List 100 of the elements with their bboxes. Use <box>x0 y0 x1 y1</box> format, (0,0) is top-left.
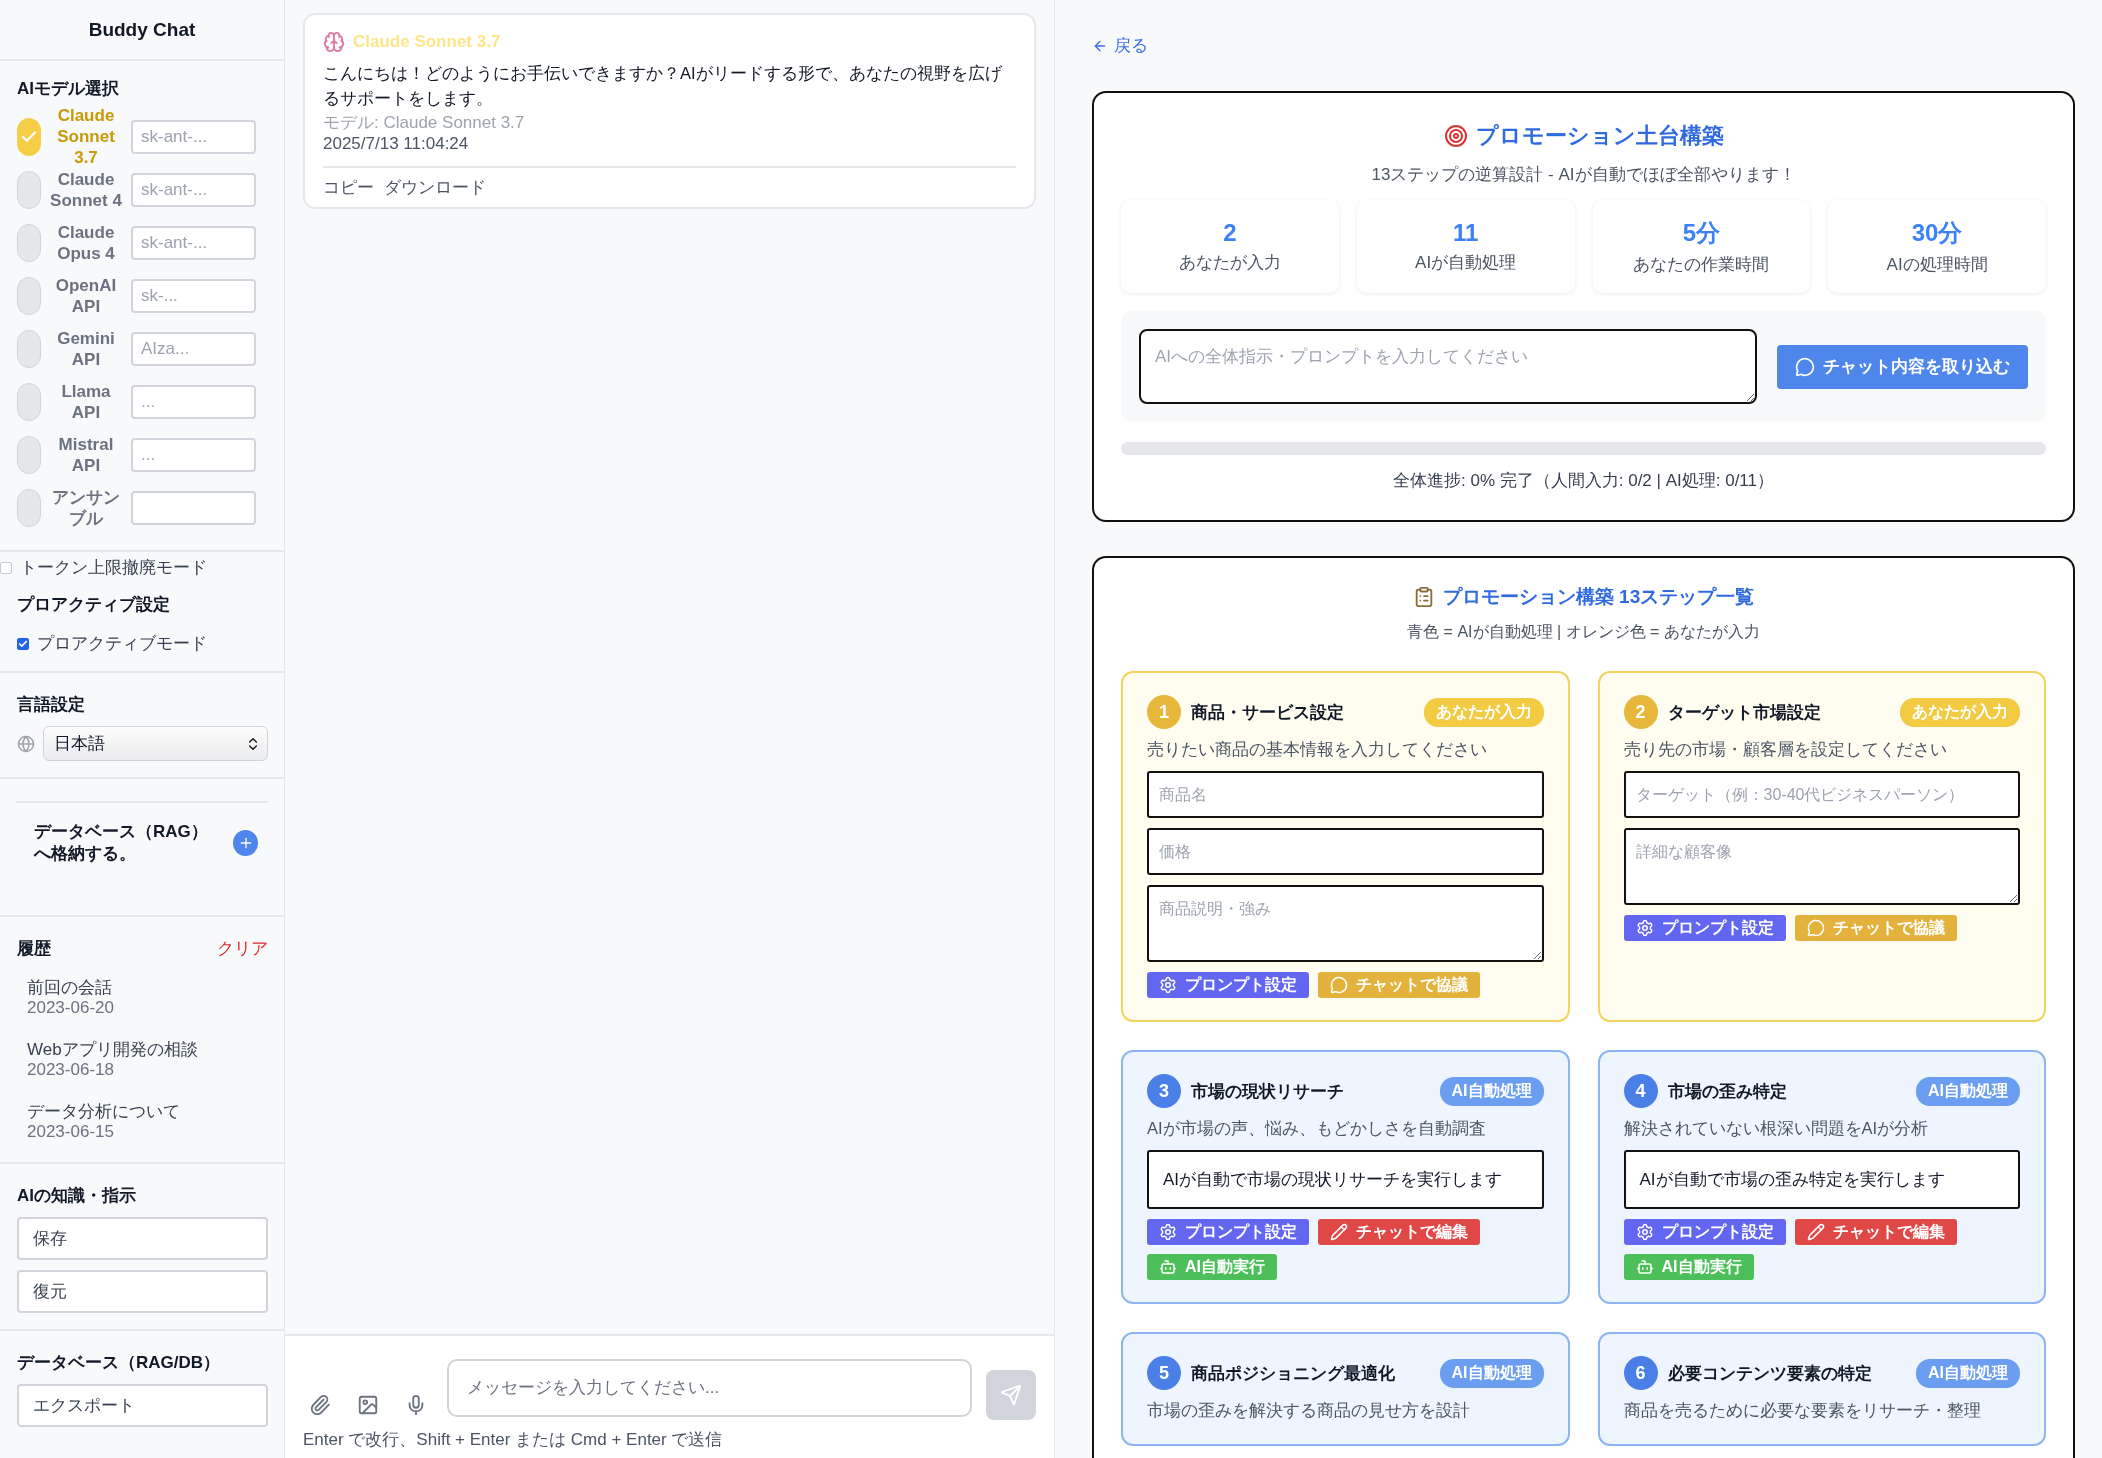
input-hint: Enter で改行、Shift + Enter または Cmd + Enter で送信 <box>303 1429 724 1451</box>
step-description: 売りたい商品の基本情報を入力してください <box>1147 739 1488 760</box>
model-name: Llama API <box>60 380 112 423</box>
stat-value: 5分 <box>1682 218 1721 248</box>
input-field[interactable]: 価格 <box>1147 828 1544 875</box>
import-chat-button[interactable]: チャット内容を取り込む <box>1777 344 2028 389</box>
step-button[interactable]: AI自動実行 <box>1623 1254 1754 1280</box>
message-action[interactable]: コピー <box>323 176 374 199</box>
api-key-field[interactable] <box>131 490 256 525</box>
output-box: AIが自動で市場の歪み特定を実行します <box>1623 1150 2020 1209</box>
step-number: 3 <box>1147 1074 1181 1108</box>
stat-label: AIの処理時間 <box>1886 254 1988 276</box>
sidebar-button[interactable]: エクスポート <box>17 1384 268 1427</box>
step-description: 市場の歪みを解決する商品の見せ方を設計 <box>1147 1400 1471 1421</box>
pencil-icon <box>1330 1223 1348 1241</box>
clear-button[interactable]: クリア <box>217 937 268 960</box>
model-toggle[interactable] <box>17 117 41 156</box>
model-toggle[interactable] <box>17 223 41 262</box>
model-toggle[interactable] <box>17 488 41 527</box>
prompt-field[interactable]: AIへの全体指示・プロンプトを入力してください <box>1139 329 1757 404</box>
model-name: Mistral API <box>57 433 115 476</box>
model-toggle[interactable] <box>17 170 41 209</box>
step-title: ターゲット市場設定 <box>1667 701 1822 724</box>
model-name: Claude Sonnet 3.7 <box>56 105 116 168</box>
checkbox[interactable] <box>0 561 12 574</box>
checkbox[interactable] <box>17 637 29 650</box>
stat-value: 2 <box>1223 219 1237 247</box>
legend-text: 青色 = AIが自動処理 | オレンジ色 = あなたが入力 <box>1406 622 1761 642</box>
step-badge: AI自動処理 <box>1439 1076 1544 1106</box>
language-select[interactable]: 日本語 <box>43 726 268 761</box>
robot-icon <box>1635 1258 1654 1276</box>
gear-icon <box>1159 976 1177 994</box>
step-button[interactable]: プロンプト設定 <box>1623 1219 1786 1245</box>
step-badge: AI自動処理 <box>1916 1076 2020 1106</box>
history-title[interactable]: Webアプリ開発の相談 <box>27 1040 258 1060</box>
send-button[interactable] <box>986 1370 1036 1420</box>
stat-value: 30分 <box>1911 218 1963 248</box>
stat-label: あなたが入力 <box>1178 252 1281 274</box>
add-button[interactable] <box>233 830 258 856</box>
step-badge: AI自動処理 <box>1916 1358 2020 1388</box>
model-toggle[interactable] <box>17 276 41 315</box>
step-description: 売り先の市場・顧客層を設定してください <box>1623 739 1948 760</box>
gear-icon <box>1159 1223 1177 1241</box>
text-area[interactable]: 詳細な顧客像 <box>1623 828 2020 905</box>
message-model: Claude Sonnet 3.7 <box>353 32 501 52</box>
step-description: 商品を売るために必要な要素をリサーチ・整理 <box>1623 1400 1982 1421</box>
api-key-field[interactable]: sk-ant-... <box>131 172 256 207</box>
step-button[interactable]: プロンプト設定 <box>1623 915 1786 941</box>
model-toggle[interactable] <box>17 329 41 368</box>
api-key-field[interactable]: ... <box>131 437 256 472</box>
input-field[interactable]: 商品名 <box>1147 771 1544 818</box>
section-heading: AIの知識・指示 <box>17 1185 137 1207</box>
step-number: 1 <box>1147 695 1181 729</box>
step-button[interactable]: プロンプト設定 <box>1147 1219 1309 1245</box>
step-number: 5 <box>1147 1356 1181 1390</box>
section-heading: プロアクティブ設定 <box>17 594 171 616</box>
sidebar-button[interactable]: 保存 <box>17 1217 268 1260</box>
target-icon <box>1443 124 1468 148</box>
image-icon <box>357 1394 379 1416</box>
history-title[interactable]: データ分析について <box>27 1102 258 1122</box>
model-toggle[interactable] <box>17 435 41 474</box>
step-badge: あなたが入力 <box>1900 697 2020 727</box>
card-title: プロモーション土台構築 <box>1475 122 1724 150</box>
sidebar-button[interactable]: 復元 <box>17 1270 268 1313</box>
model-name: Claude Opus 4 <box>56 221 116 264</box>
output-box: AIが自動で市場の現状リサーチを実行します <box>1147 1150 1544 1209</box>
speech-bubble-icon <box>1806 919 1825 937</box>
stat-value: 11 <box>1452 219 1479 247</box>
api-key-field[interactable]: sk-ant-... <box>131 225 256 260</box>
pencil-icon <box>1806 1223 1825 1241</box>
api-key-field[interactable]: sk-ant-... <box>131 119 256 154</box>
step-button[interactable]: プロンプト設定 <box>1147 972 1309 998</box>
step-button[interactable]: AI自動実行 <box>1147 1254 1277 1280</box>
api-key-field[interactable]: AIza... <box>131 331 256 366</box>
send-icon <box>1000 1384 1022 1406</box>
checkbox-label: プロアクティブモード <box>37 633 207 655</box>
api-key-field[interactable]: sk-... <box>131 278 256 313</box>
step-button[interactable]: チャットで編集 <box>1794 1219 1957 1245</box>
step-button[interactable]: チャットで編集 <box>1318 1219 1480 1245</box>
card-subtitle: 13ステップの逆算設計 - AIが自動でほぼ全部やります！ <box>1370 164 1797 186</box>
model-name: Gemini API <box>56 327 116 370</box>
message-input[interactable]: メッセージを入力してください... <box>447 1359 972 1417</box>
model-name: OpenAI API <box>54 274 118 317</box>
text-area[interactable]: 商品説明・強み <box>1147 885 1544 962</box>
robot-icon <box>1159 1258 1177 1276</box>
stat-label: あなたの作業時間 <box>1633 254 1770 276</box>
app-title: Buddy Chat <box>0 0 284 61</box>
section-heading: AIモデル選択 <box>17 78 120 100</box>
model-toggle[interactable] <box>17 382 41 421</box>
input-field[interactable]: ターゲット（例：30-40代ビジネスパーソン） <box>1623 771 2020 818</box>
rag-label: データベース（RAG）へ格納する。 <box>34 821 209 865</box>
history-title[interactable]: 前回の会話 <box>27 978 258 998</box>
step-title: 市場の現状リサーチ <box>1191 1080 1345 1103</box>
back-link[interactable]: 戻る <box>1092 34 2075 57</box>
history-date: 2023-06-20 <box>27 998 115 1018</box>
message-action[interactable]: ダウンロード <box>384 176 486 199</box>
api-key-field[interactable]: ... <box>131 384 256 419</box>
message-time: 2025/7/13 11:04:24 <box>323 134 470 154</box>
section-heading: データベース（RAG/DB） <box>17 1352 222 1374</box>
step-title: 市場の歪み特定 <box>1667 1080 1788 1103</box>
